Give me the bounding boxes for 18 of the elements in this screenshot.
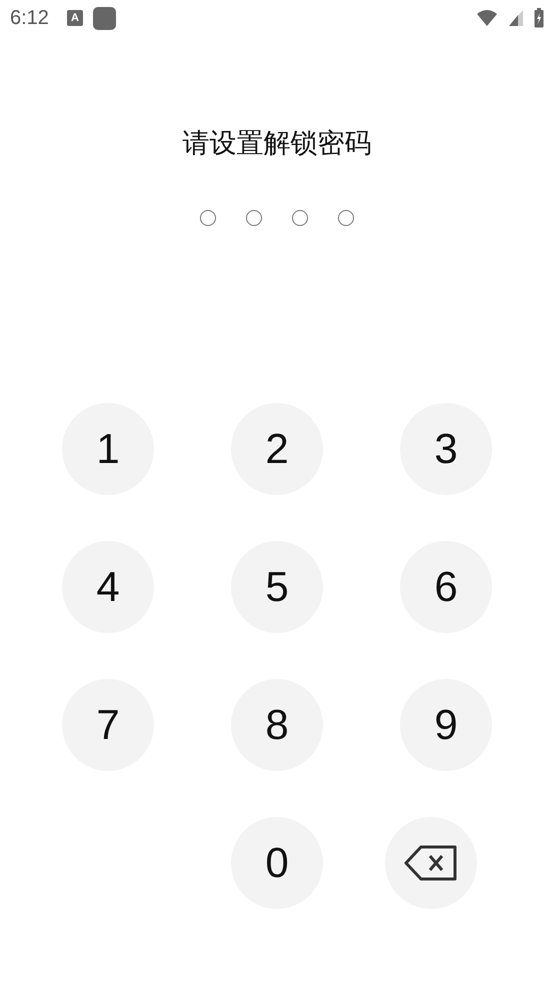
wifi-icon: [476, 9, 498, 27]
digit-key[interactable]: 2: [231, 403, 323, 495]
keyboard-icon: A: [66, 10, 83, 26]
digit-key[interactable]: 4: [62, 541, 154, 633]
title: 请设置解锁密码: [182, 127, 372, 161]
digit-key[interactable]: 1: [62, 403, 154, 495]
digit-key[interactable]: 0: [231, 817, 323, 909]
battery-icon: [534, 8, 544, 28]
digit-key[interactable]: 8: [231, 679, 323, 771]
digit-key[interactable]: 6: [400, 541, 492, 633]
digit-key[interactable]: 5: [231, 541, 323, 633]
backspace-icon: [403, 845, 459, 881]
status-time: 6:12: [10, 6, 49, 30]
digit-key[interactable]: 9: [400, 679, 492, 771]
signal-icon: [508, 9, 524, 27]
digit-key[interactable]: 3: [400, 403, 492, 495]
digit-key[interactable]: 7: [62, 679, 154, 771]
app-icon: [92, 6, 116, 30]
